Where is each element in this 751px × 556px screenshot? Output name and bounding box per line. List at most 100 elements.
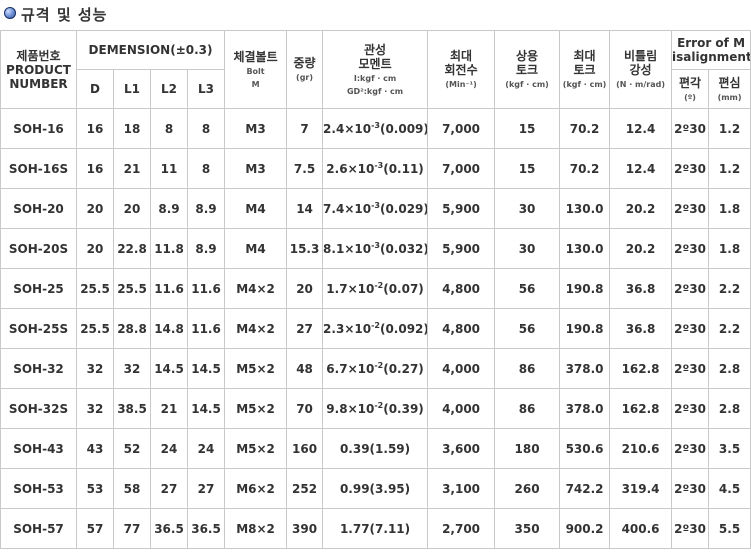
cell-max-torque: 530.6 xyxy=(559,428,611,469)
cell-product: SOH-20S xyxy=(0,228,77,269)
cell-weight: 160 xyxy=(286,428,324,469)
cell-product: SOH-32 xyxy=(0,348,77,389)
cell-d: 25.5 xyxy=(76,268,114,309)
header-l1: L1 xyxy=(113,69,151,109)
cell-bolt: M4 xyxy=(224,228,288,269)
cell-bolt: M5×2 xyxy=(224,428,288,469)
cell-l2: 14.8 xyxy=(150,308,188,349)
cell-inertia: 2.6×10-3(0.11) xyxy=(322,148,429,189)
cell-d: 16 xyxy=(76,148,114,189)
cell-weight: 7.5 xyxy=(286,148,324,189)
cell-bolt: M4×2 xyxy=(224,308,288,349)
cell-inertia: 2.4×10-3(0.009) xyxy=(322,108,429,149)
cell-max-torque: 378.0 xyxy=(559,388,611,429)
cell-rated-torque: 56 xyxy=(494,268,561,309)
cell-rated-torque: 15 xyxy=(494,108,561,149)
table-row: SOH-53 53 58 27 27 M6×2 252 0.99(3.95) 3,100 260 7… xyxy=(0,468,751,509)
cell-l3: 11.6 xyxy=(186,268,226,309)
cell-d: 20 xyxy=(76,188,114,229)
cell-bolt: M3 xyxy=(224,148,288,189)
cell-weight: 70 xyxy=(286,388,324,429)
cell-l3: 14.5 xyxy=(186,348,226,389)
cell-max-speed: 3,100 xyxy=(427,468,496,509)
cell-angular: 2º30 xyxy=(671,468,710,509)
table-row: SOH-57 57 77 36.5 36.5 M8×2 390 1.77(7.11) 2,700… xyxy=(0,508,751,549)
cell-bolt: M5×2 xyxy=(224,348,288,389)
cell-product: SOH-25S xyxy=(0,308,77,349)
cell-bolt: M5×2 xyxy=(224,388,288,429)
cell-bolt: M4 xyxy=(224,188,288,229)
cell-parallel: 2.8 xyxy=(708,388,751,429)
cell-l1: 58 xyxy=(113,468,151,509)
cell-torsional-stiffness: 210.6 xyxy=(609,428,673,469)
cell-d: 53 xyxy=(76,468,114,509)
cell-torsional-stiffness: 12.4 xyxy=(609,148,673,189)
cell-torsional-stiffness: 162.8 xyxy=(609,348,673,389)
table-row: SOH-32S 32 38.5 21 14.5 M5×2 70 9.8×10-2(0.39) 4… xyxy=(0,388,751,429)
cell-weight: 390 xyxy=(286,508,324,549)
header-max-torque: 최대 토크 (kgf · cm) xyxy=(559,30,611,109)
cell-weight: 14 xyxy=(286,188,324,229)
cell-angular: 2º30 xyxy=(671,348,710,389)
cell-max-torque: 378.0 xyxy=(559,348,611,389)
header-product: 제품번호 PRODUCT NUMBER xyxy=(0,30,77,109)
cell-parallel: 2.8 xyxy=(708,348,751,389)
cell-rated-torque: 30 xyxy=(494,188,561,229)
cell-l2: 8.9 xyxy=(150,188,188,229)
cell-bolt: M8×2 xyxy=(224,508,288,549)
cell-max-speed: 5,900 xyxy=(427,228,496,269)
cell-l2: 27 xyxy=(150,468,188,509)
cell-weight: 7 xyxy=(286,108,324,149)
cell-l2: 8 xyxy=(150,108,188,149)
header-parallel: 편심 (mm) xyxy=(708,69,751,109)
cell-l3: 8.9 xyxy=(186,228,226,269)
cell-parallel: 1.2 xyxy=(708,148,751,189)
cell-inertia: 9.8×10-2(0.39) xyxy=(322,388,429,429)
bullet-icon xyxy=(4,7,16,19)
cell-d: 32 xyxy=(76,388,114,429)
cell-product: SOH-43 xyxy=(0,428,77,469)
header-bolt: 체결볼트 Bolt M xyxy=(224,30,288,109)
cell-max-speed: 4,800 xyxy=(427,268,496,309)
cell-weight: 15.3 xyxy=(286,228,324,269)
cell-l3: 8 xyxy=(186,108,226,149)
cell-l2: 36.5 xyxy=(150,508,188,549)
cell-angular: 2º30 xyxy=(671,308,710,349)
cell-parallel: 3.5 xyxy=(708,428,751,469)
cell-inertia: 1.7×10-2(0.07) xyxy=(322,268,429,309)
cell-angular: 2º30 xyxy=(671,148,710,189)
cell-l1: 52 xyxy=(113,428,151,469)
cell-bolt: M6×2 xyxy=(224,468,288,509)
cell-angular: 2º30 xyxy=(671,228,710,269)
cell-l1: 21 xyxy=(113,148,151,189)
cell-weight: 252 xyxy=(286,468,324,509)
header-angular: 편각 (º) xyxy=(671,69,710,109)
cell-angular: 2º30 xyxy=(671,268,710,309)
cell-product: SOH-20 xyxy=(0,188,77,229)
cell-torsional-stiffness: 36.8 xyxy=(609,268,673,309)
cell-parallel: 1.2 xyxy=(708,108,751,149)
cell-rated-torque: 86 xyxy=(494,348,561,389)
cell-l1: 77 xyxy=(113,508,151,549)
cell-angular: 2º30 xyxy=(671,108,710,149)
header-misalignment: Error of M isalignment xyxy=(671,30,751,70)
cell-max-torque: 742.2 xyxy=(559,468,611,509)
cell-max-torque: 900.2 xyxy=(559,508,611,549)
cell-product: SOH-57 xyxy=(0,508,77,549)
cell-product: SOH-32S xyxy=(0,388,77,429)
cell-d: 43 xyxy=(76,428,114,469)
cell-angular: 2º30 xyxy=(671,508,710,549)
cell-product: SOH-25 xyxy=(0,268,77,309)
cell-product: SOH-16S xyxy=(0,148,77,189)
cell-bolt: M4×2 xyxy=(224,268,288,309)
cell-max-torque: 130.0 xyxy=(559,228,611,269)
header-row-1: 제품번호 PRODUCT NUMBER DEMENSION(±0.3) 체결볼트… xyxy=(0,30,751,109)
cell-l1: 28.8 xyxy=(113,308,151,349)
cell-l3: 11.6 xyxy=(186,308,226,349)
cell-d: 20 xyxy=(76,228,114,269)
cell-l3: 36.5 xyxy=(186,508,226,549)
header-rated-torque: 상용 토크 (kgf · cm) xyxy=(494,30,561,109)
cell-parallel: 2.2 xyxy=(708,308,751,349)
header-d: D xyxy=(76,69,114,109)
cell-torsional-stiffness: 319.4 xyxy=(609,468,673,509)
